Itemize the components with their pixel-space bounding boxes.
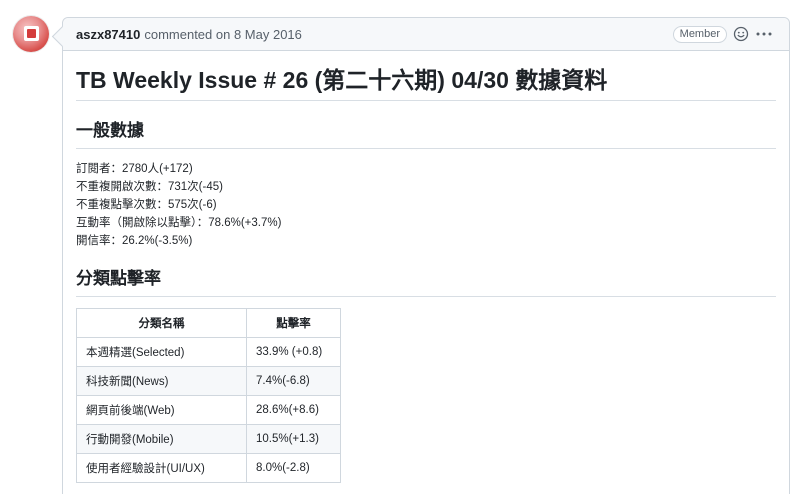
avatar-image xyxy=(24,26,39,41)
section-heading-category: 分類點擊率 xyxy=(76,267,776,297)
table-row: 本週精選(Selected) 33.9% (+0.8) xyxy=(76,337,341,367)
comment-header: aszx87410 commented on 8 May 2016 Member xyxy=(63,18,789,51)
smiley-icon[interactable] xyxy=(733,26,749,42)
category-cell: 科技新聞(News) xyxy=(76,366,247,396)
kebab-horizontal-icon[interactable] xyxy=(755,26,773,42)
post-title: TB Weekly Issue # 26 (第二十六期) 04/30 數據資料 xyxy=(76,65,776,101)
click-rate-cell: 33.9% (+0.8) xyxy=(246,337,341,367)
stat-line: 開信率：26.2%(-3.5%) xyxy=(76,235,193,247)
click-rate-cell: 8.0%(-2.8) xyxy=(246,453,341,483)
comment-author[interactable]: aszx87410 xyxy=(76,27,140,42)
click-rate-cell: 10.5%(+1.3) xyxy=(246,424,341,454)
category-cell: 本週精選(Selected) xyxy=(76,337,247,367)
member-badge: Member xyxy=(672,26,727,43)
table-row: 使用者經驗設計(UI/UX) 8.0%(-2.8) xyxy=(76,453,341,483)
column-header-category: 分類名稱 xyxy=(76,308,247,338)
table-header-row: 分類名稱 點擊率 xyxy=(76,308,341,338)
table-row: 科技新聞(News) 7.4%(-6.8) xyxy=(76,366,341,396)
stat-line: 互動率（開啟除以點擊）：78.6%(+3.7%) xyxy=(76,217,282,229)
click-rate-cell: 7.4%(-6.8) xyxy=(246,366,341,396)
general-stats: 訂閱者：2780人(+172) 不重複開啟次數：731次(-45) 不重複點擊次… xyxy=(76,160,776,250)
avatar[interactable] xyxy=(13,16,49,52)
comment-box: aszx87410 commented on 8 May 2016 Member… xyxy=(62,17,790,494)
click-rate-cell: 28.6%(+8.6) xyxy=(246,395,341,425)
category-cell: 使用者經驗設計(UI/UX) xyxy=(76,453,247,483)
table-row: 行動開發(Mobile) 10.5%(+1.3) xyxy=(76,424,341,454)
stat-line: 訂閱者：2780人(+172) xyxy=(76,163,193,175)
comment-body: TB Weekly Issue # 26 (第二十六期) 04/30 數據資料 … xyxy=(63,51,789,483)
stat-line: 不重複點擊次數：575次(-6) xyxy=(76,199,217,211)
category-cell: 行動開發(Mobile) xyxy=(76,424,247,454)
section-heading-general: 一般數據 xyxy=(76,119,776,149)
category-click-table: 分類名稱 點擊率 本週精選(Selected) 33.9% (+0.8) 科技新… xyxy=(76,308,341,483)
category-cell: 網頁前後端(Web) xyxy=(76,395,247,425)
column-header-click-rate: 點擊率 xyxy=(246,308,341,338)
stat-line: 不重複開啟次數：731次(-45) xyxy=(76,181,223,193)
table-row: 網頁前後端(Web) 28.6%(+8.6) xyxy=(76,395,341,425)
comment-timestamp[interactable]: commented on 8 May 2016 xyxy=(144,27,302,42)
